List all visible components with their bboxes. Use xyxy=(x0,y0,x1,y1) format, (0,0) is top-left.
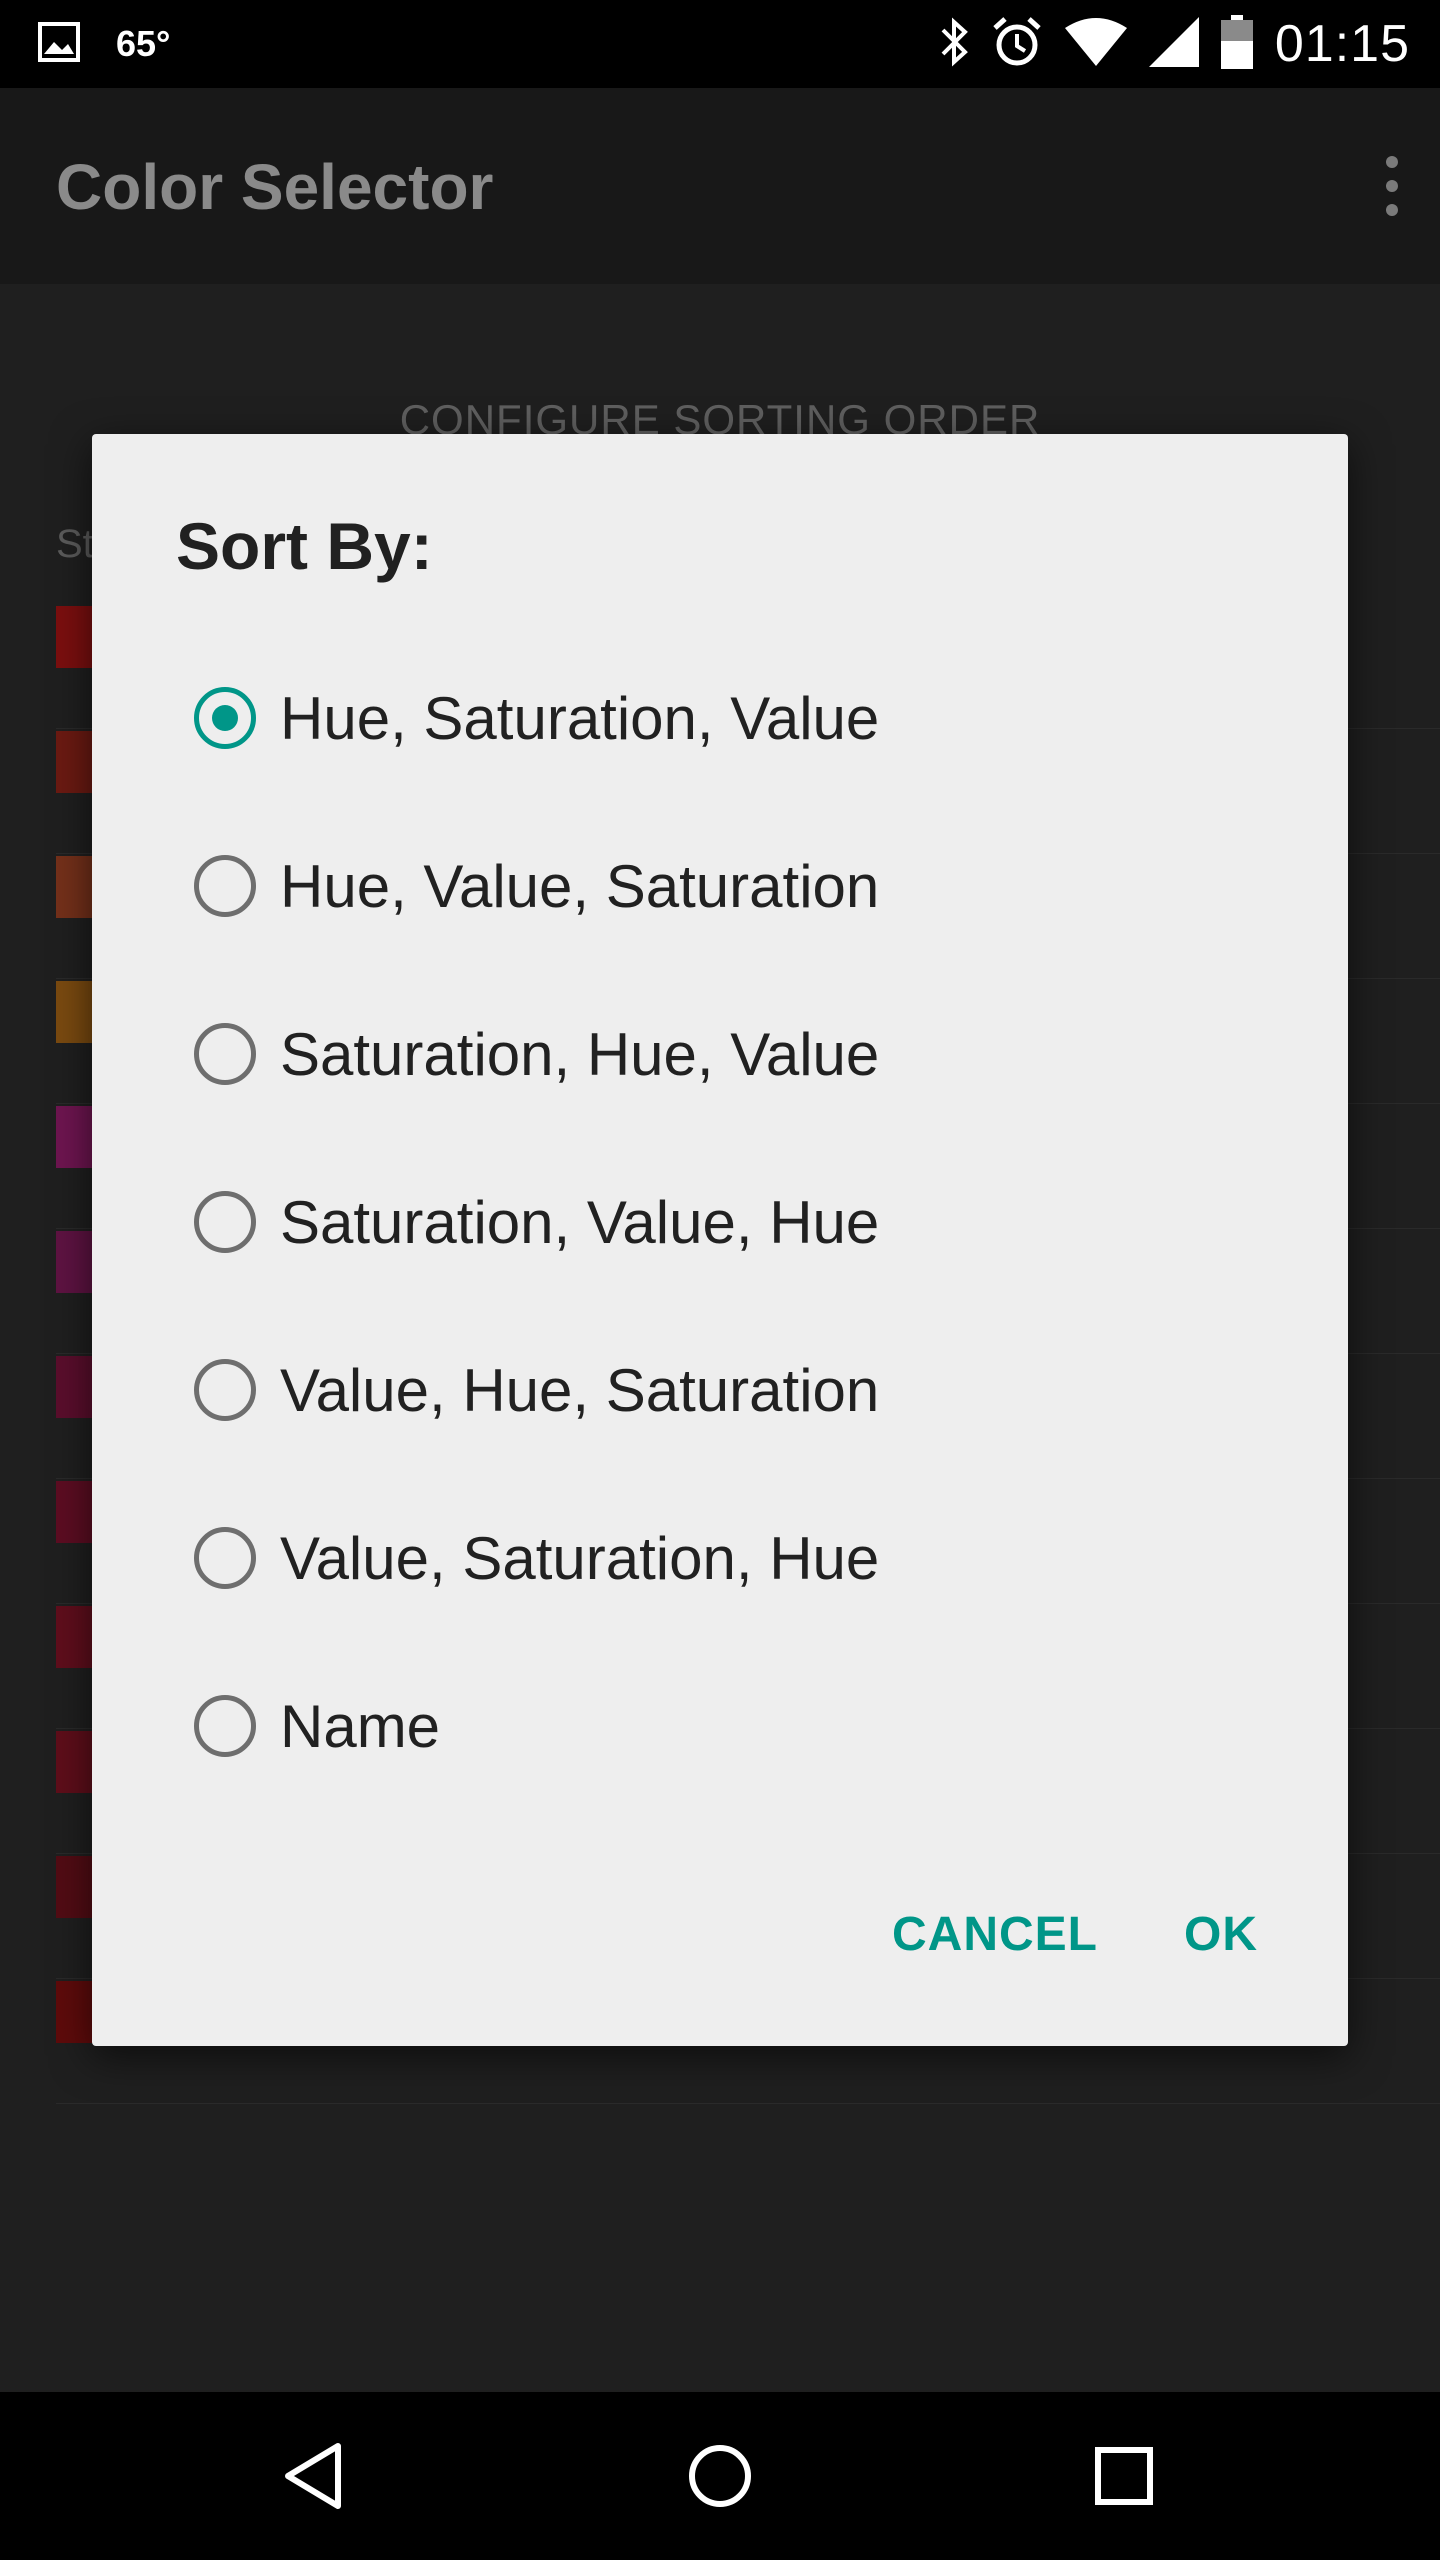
status-bar: 65° 01:15 xyxy=(0,0,1440,88)
app-bar: Color Selector xyxy=(0,88,1440,284)
sort-option[interactable]: Name xyxy=(194,1642,1294,1810)
sort-option[interactable]: Value, Hue, Saturation xyxy=(194,1306,1294,1474)
sort-option-label: Name xyxy=(280,1692,441,1760)
cell-signal-icon xyxy=(1148,16,1199,72)
back-icon[interactable] xyxy=(276,2436,356,2516)
sort-option-label: Saturation, Hue, Value xyxy=(280,1020,880,1088)
sort-option-label: Value, Saturation, Hue xyxy=(280,1524,880,1592)
sort-option-label: Value, Hue, Saturation xyxy=(280,1356,880,1424)
temperature: 65° xyxy=(116,23,171,64)
cancel-button[interactable]: CANCEL xyxy=(892,1907,1098,1962)
sort-option-label: Saturation, Value, Hue xyxy=(280,1188,880,1256)
recents-icon[interactable] xyxy=(1084,2436,1164,2516)
wifi-icon xyxy=(1064,17,1127,71)
dialog-title: Sort By: xyxy=(176,509,433,583)
sort-dialog: Sort By: Hue, Saturation, Value Hue, Valu… xyxy=(92,434,1348,2046)
sort-option[interactable]: Saturation, Value, Hue xyxy=(194,1138,1294,1306)
app-title: Color Selector xyxy=(56,151,494,223)
home-icon[interactable] xyxy=(680,2436,760,2516)
dialog-actions: CANCEL OK xyxy=(892,1907,1258,1962)
radio-unchecked-icon[interactable] xyxy=(194,855,256,917)
navigation-bar xyxy=(0,2392,1440,2560)
radio-unchecked-icon[interactable] xyxy=(194,1359,256,1421)
sort-option[interactable]: Saturation, Hue, Value xyxy=(194,970,1294,1138)
radio-unchecked-icon[interactable] xyxy=(194,1695,256,1757)
sort-option[interactable]: Hue, Saturation, Value xyxy=(194,634,1294,802)
more-vert-icon[interactable] xyxy=(1378,154,1406,218)
sort-option[interactable]: Value, Saturation, Hue xyxy=(194,1474,1294,1642)
radio-unchecked-icon[interactable] xyxy=(194,1191,256,1253)
sort-option[interactable]: Hue, Value, Saturation xyxy=(194,802,1294,970)
bluetooth-icon xyxy=(939,16,969,73)
battery-icon xyxy=(1220,14,1253,74)
ok-button[interactable]: OK xyxy=(1184,1907,1258,1962)
section-label: St xyxy=(56,522,94,566)
radio-checked-icon[interactable] xyxy=(194,687,256,749)
sort-option-label: Hue, Saturation, Value xyxy=(280,684,880,752)
sort-option-label: Hue, Value, Saturation xyxy=(280,852,880,920)
radio-unchecked-icon[interactable] xyxy=(194,1023,256,1085)
clock: 01:15 xyxy=(1274,15,1410,73)
alarm-icon xyxy=(991,16,1043,73)
sort-options: Hue, Saturation, Value Hue, Value, Satura… xyxy=(194,634,1294,1810)
image-icon xyxy=(38,21,80,67)
radio-unchecked-icon[interactable] xyxy=(194,1527,256,1589)
